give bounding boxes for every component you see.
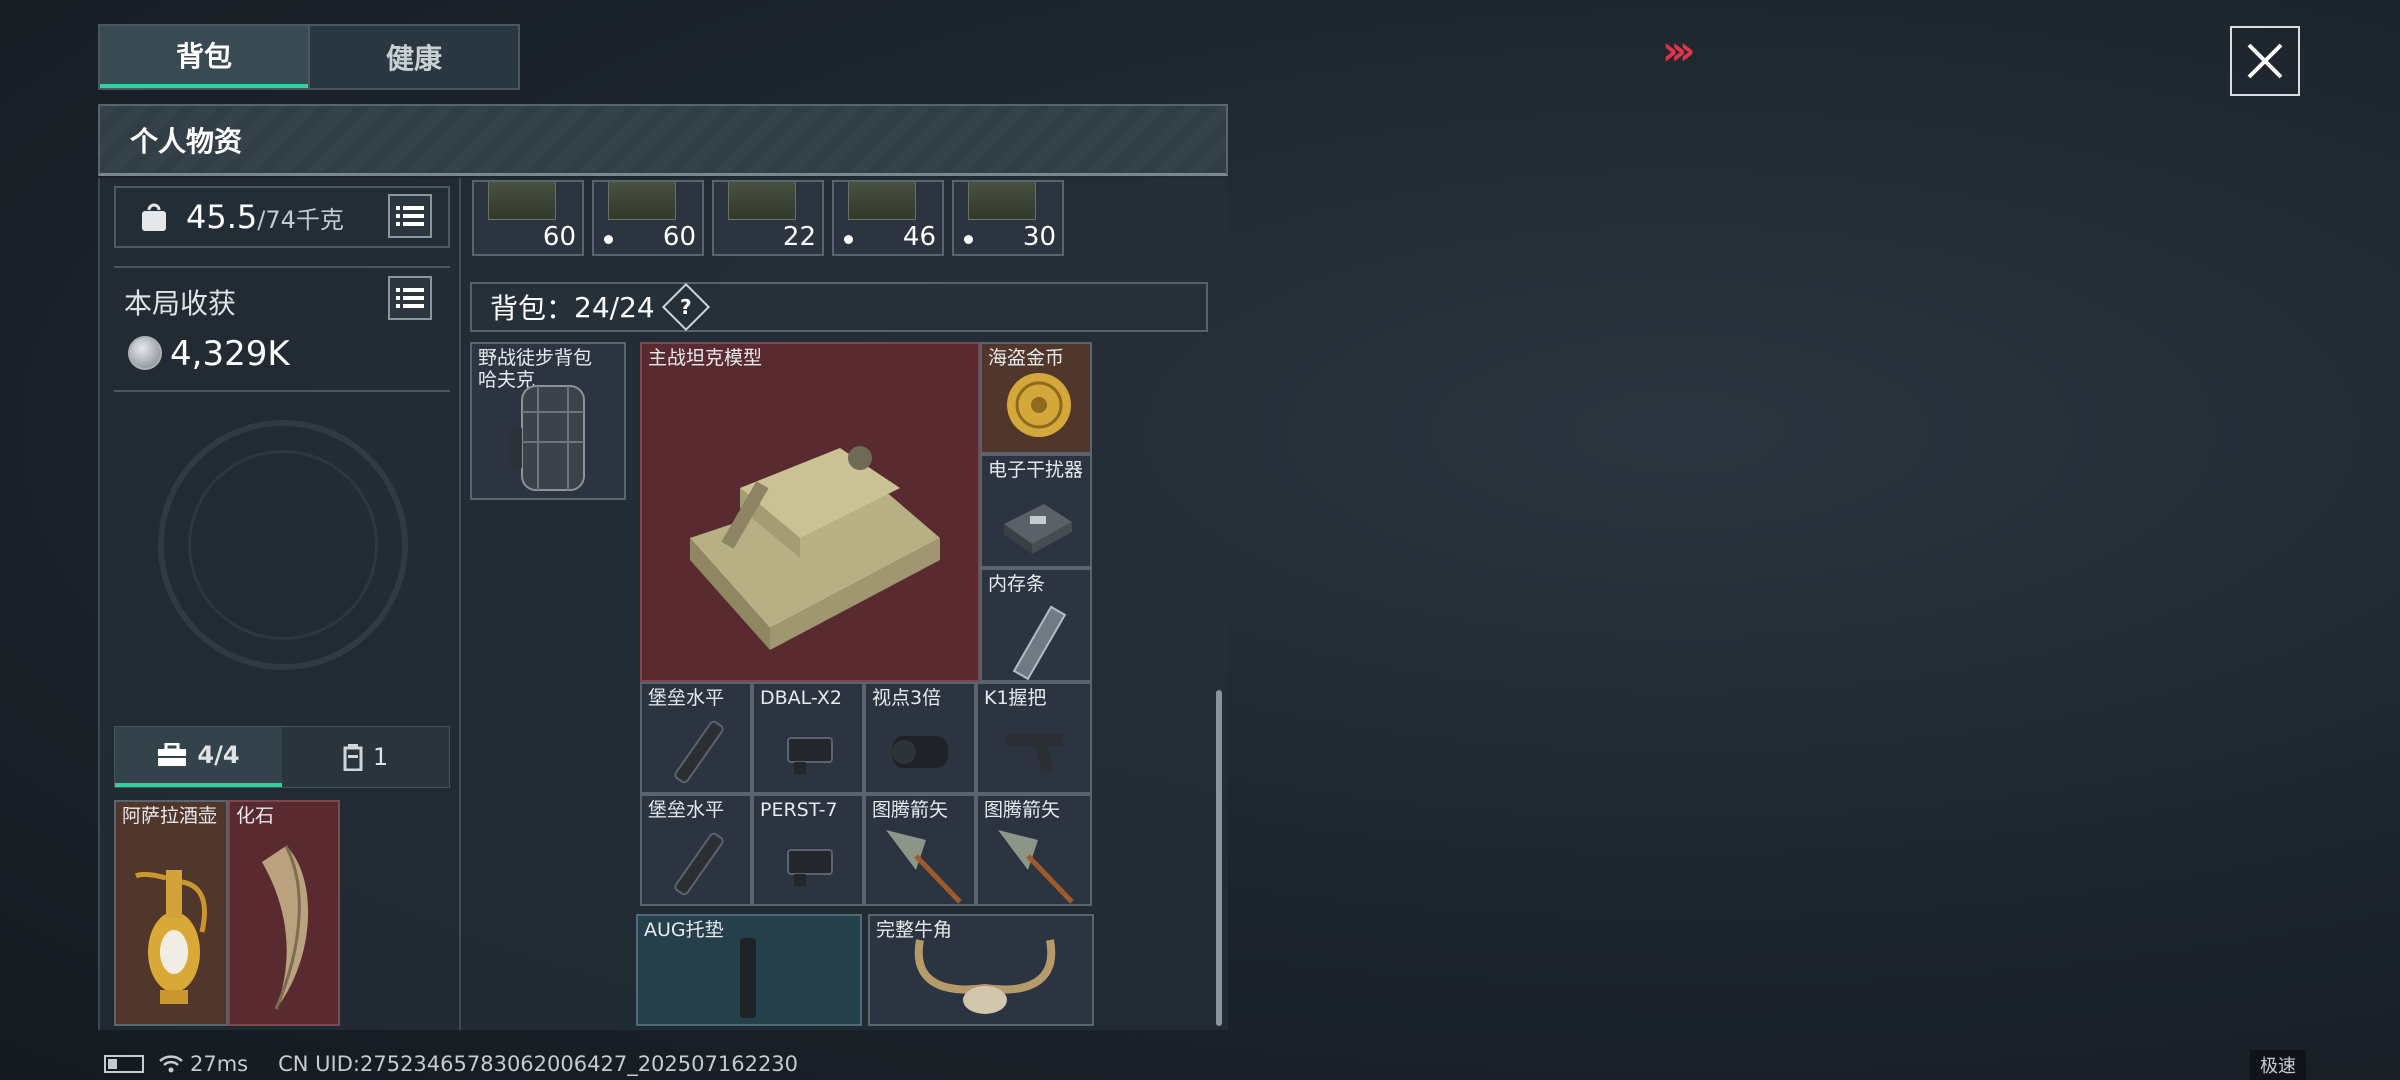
harvest-label: 本局收获 <box>124 287 237 320</box>
scrollbar[interactable] <box>1216 690 1222 1026</box>
ammo-slot[interactable]: 60 <box>472 180 584 256</box>
tab-backpack[interactable]: 背包 <box>100 26 308 88</box>
harvest-list-button[interactable] <box>388 276 432 320</box>
arrow-icon <box>886 830 962 904</box>
ping-value: 27ms <box>190 1052 249 1076</box>
weight-current: 45.5 <box>186 198 258 236</box>
divider <box>114 266 450 268</box>
toolbox-icon <box>158 743 187 766</box>
item-attachment[interactable]: 堡垒水平 <box>640 682 752 794</box>
scope-icon <box>892 736 948 768</box>
status-bar: 27ms CN UID:27523465783062006427_2025071… <box>104 1052 798 1076</box>
close-button[interactable] <box>2230 26 2300 96</box>
item-attachment[interactable]: 堡垒水平 <box>640 794 752 906</box>
flask-icon <box>134 870 207 1004</box>
faction-emblem-inner <box>188 450 378 640</box>
item-attachment[interactable]: PERST-7 <box>752 794 864 906</box>
backpack-capacity-bar: 背包： 24/24 ? <box>470 282 1208 332</box>
double-chevron-icon[interactable]: ››› <box>1662 28 1696 74</box>
panel-title: 个人物资 <box>98 104 1228 176</box>
backpack-capacity: 24/24 <box>574 290 655 324</box>
ammo-slot[interactable]: 60 <box>592 180 704 256</box>
divider <box>114 390 450 392</box>
list-icon <box>396 288 424 308</box>
item-attachment[interactable]: DBAL-X2 <box>752 682 864 794</box>
item-arrow[interactable]: 图腾箭矢 <box>976 794 1092 906</box>
close-icon <box>2247 43 2283 79</box>
weight-max: /74千克 <box>257 205 344 234</box>
item-jammer[interactable]: 电子干扰器 <box>980 454 1092 568</box>
muzzle-icon <box>674 832 724 896</box>
ammo-slot[interactable]: 30 <box>952 180 1064 256</box>
pocket-item-fossil[interactable]: 化石 <box>228 800 340 1026</box>
laser-icon <box>787 737 833 774</box>
jammer-icon <box>1004 504 1072 554</box>
item-attachment[interactable]: K1握把 <box>976 682 1092 794</box>
currency-icon <box>128 336 162 370</box>
horn-icon <box>914 939 1056 1014</box>
column-divider <box>459 178 461 1030</box>
item-aug-buttpad[interactable]: AUG托垫 <box>636 914 862 1026</box>
coin-icon <box>1007 373 1071 437</box>
harvest-value: 4,329K <box>170 334 290 374</box>
network-mode-badge: 极速 <box>2250 1050 2306 1080</box>
muzzle-icon <box>674 720 724 784</box>
arrow-icon <box>998 830 1074 904</box>
equipped-backpack[interactable]: 野战徒步背包 哈夫克 <box>470 342 626 500</box>
user-uid: CN UID:27523465783062006427_202507162230 <box>278 1052 799 1076</box>
ammo-slot[interactable]: 22 <box>712 180 824 256</box>
tank-icon <box>690 446 940 650</box>
tab-health[interactable]: 健康 <box>308 26 518 88</box>
laser-icon <box>787 849 833 886</box>
tab-toolbox[interactable]: 4/4 <box>115 727 282 787</box>
item-tank-model[interactable]: 主战坦克模型 <box>640 342 980 682</box>
wifi-icon <box>159 1055 183 1073</box>
ram-icon <box>1012 605 1067 680</box>
container-icon <box>343 744 363 771</box>
fossil-icon <box>262 845 309 1010</box>
backpack-icon <box>510 385 585 491</box>
item-ram[interactable]: 内存条 <box>980 568 1092 682</box>
list-icon <box>396 206 424 226</box>
tab-container[interactable]: 1 <box>282 727 449 787</box>
weight-list-button[interactable] <box>388 194 432 238</box>
pocket-item-flask[interactable]: 阿萨拉酒壶 <box>114 800 228 1026</box>
item-pirate-coin[interactable]: 海盗金币 <box>980 342 1092 454</box>
battery-icon <box>104 1055 144 1073</box>
item-attachment[interactable]: 视点3倍 <box>864 682 976 794</box>
buttpad-icon <box>740 938 756 1018</box>
ammo-slot[interactable]: 46 <box>832 180 944 256</box>
item-arrow[interactable]: 图腾箭矢 <box>864 794 976 906</box>
item-horn[interactable]: 完整牛角 <box>868 914 1094 1026</box>
help-icon[interactable]: ? <box>661 282 710 332</box>
weight-icon <box>142 203 166 231</box>
top-tab-bar: 背包 健康 <box>98 24 520 90</box>
grip-icon <box>1006 734 1062 774</box>
pocket-tabs: 4/4 1 <box>114 726 450 788</box>
